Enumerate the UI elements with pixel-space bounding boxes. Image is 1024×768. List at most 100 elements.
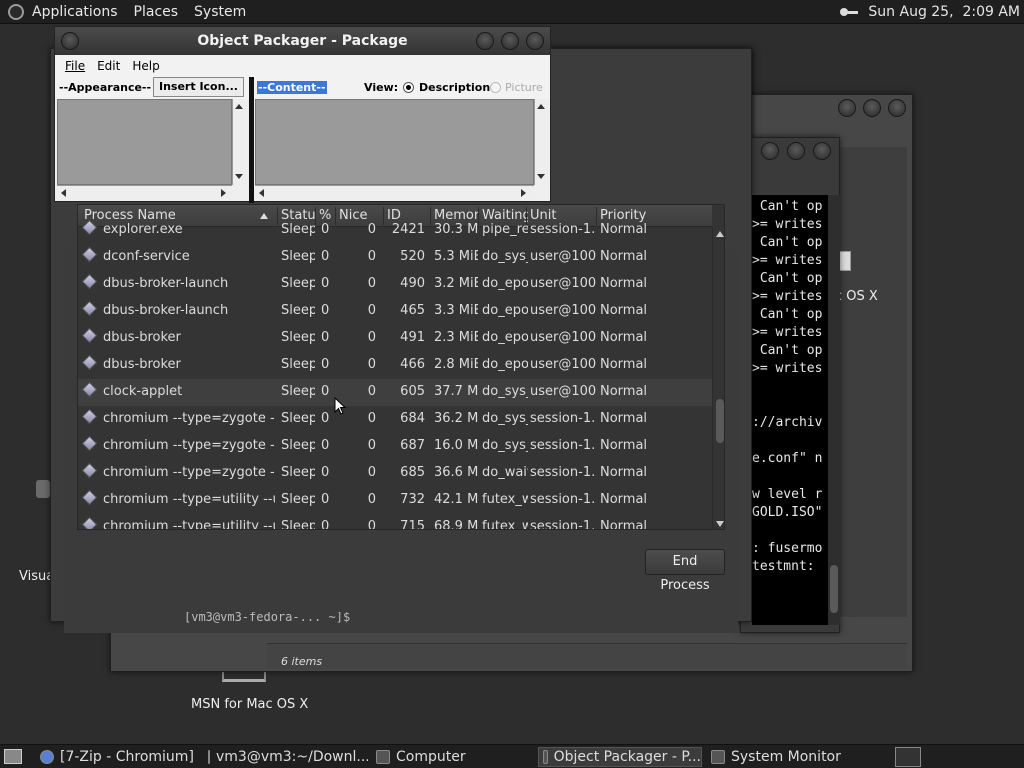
menu-edit[interactable]: Edit bbox=[91, 59, 126, 73]
minimize-button[interactable] bbox=[838, 99, 856, 117]
pane-divider[interactable] bbox=[249, 77, 254, 203]
system-menu[interactable]: System bbox=[186, 4, 254, 20]
process-icon bbox=[81, 246, 98, 263]
end-process-button[interactable]: End Process bbox=[645, 549, 725, 593]
network-key-icon[interactable] bbox=[840, 7, 859, 17]
scroll-up-arrow[interactable] bbox=[537, 104, 545, 109]
object-packager-titlebar[interactable]: Object Packager - Package bbox=[55, 27, 550, 55]
terminal-line: Can't op bbox=[752, 235, 823, 250]
cell-id: 605 bbox=[400, 384, 425, 399]
taskbar-item-label: System Monitor bbox=[731, 749, 841, 765]
cell-nice: 0 bbox=[367, 222, 376, 237]
cell-memory: 68.9 MiB bbox=[434, 519, 478, 530]
object-packager-window[interactable]: Object Packager - Package File Edit Help… bbox=[54, 26, 551, 203]
terminal-line: ://archiv bbox=[752, 415, 823, 430]
applications-menu[interactable]: Applications bbox=[24, 4, 126, 20]
desktop-icon-label-msn[interactable]: MSN for Mac OS X bbox=[191, 697, 308, 712]
table-row[interactable]: clock-appletSleeping0060537.7 MiBdo_sys_… bbox=[78, 379, 712, 406]
scroll-right-arrow[interactable] bbox=[521, 189, 526, 197]
process-icon bbox=[81, 327, 98, 344]
file-manager-statusbar bbox=[267, 643, 907, 669]
cell-name: dbus-broker bbox=[103, 357, 181, 372]
maximize-button[interactable] bbox=[863, 99, 881, 117]
workspace-switcher[interactable] bbox=[895, 747, 921, 767]
show-desktop-icon[interactable] bbox=[4, 749, 22, 764]
table-row[interactable]: dconf-serviceSleeping005205.3 MiBdo_sys_… bbox=[78, 244, 712, 271]
scroll-down-arrow[interactable] bbox=[537, 174, 545, 179]
view-picture-radio[interactable]: Picture bbox=[490, 81, 543, 94]
table-row[interactable]: dbus-brokerSleeping004912.3 MiBdo_epoll_… bbox=[78, 325, 712, 352]
terminal-line: >= writes bbox=[752, 289, 823, 304]
close-button[interactable] bbox=[813, 142, 831, 160]
scroll-left-arrow[interactable] bbox=[259, 189, 264, 197]
scroll-down-arrow[interactable] bbox=[235, 174, 243, 179]
maximize-button[interactable] bbox=[787, 142, 805, 160]
terminal-output[interactable]: Can't op >= writes Can't op >= writes Can'… bbox=[752, 195, 828, 625]
taskbar-item[interactable]: [7-Zip - Chromium] bbox=[36, 747, 196, 767]
terminal-line: : fusermo bbox=[752, 541, 823, 556]
places-menu[interactable]: Places bbox=[126, 4, 187, 20]
table-row[interactable]: dbus-brokerSleeping004662.8 MiBdo_epoll_… bbox=[78, 352, 712, 379]
process-table-scrollbar[interactable] bbox=[712, 227, 724, 529]
taskbar-item[interactable]: System Monitor bbox=[707, 747, 857, 767]
cell-unit: user@1000 bbox=[530, 357, 596, 372]
terminal-scrollbar[interactable] bbox=[828, 195, 840, 625]
maximize-button[interactable] bbox=[501, 32, 519, 50]
scroll-right-arrow[interactable] bbox=[221, 189, 226, 197]
minimize-button[interactable] bbox=[761, 142, 779, 160]
terminal-icon bbox=[208, 750, 210, 764]
cell-priority: Normal bbox=[600, 249, 648, 264]
content-pane[interactable] bbox=[255, 99, 534, 185]
table-row[interactable]: chromium --type=utility --utility Sleepin… bbox=[78, 514, 712, 530]
cell-memory: 42.1 MiB bbox=[434, 492, 478, 507]
appearance-pane[interactable] bbox=[57, 99, 232, 185]
process-table[interactable]: Process NameStatus%NiceIDMemoryWaitingUn… bbox=[77, 204, 725, 530]
desktop-icon-label-visual[interactable]: Visua bbox=[19, 569, 54, 584]
desktop-icon-partial[interactable] bbox=[36, 480, 50, 498]
cell-unit: user@1000 bbox=[530, 384, 596, 399]
scroll-thumb[interactable] bbox=[716, 399, 724, 443]
scroll-thumb[interactable] bbox=[830, 565, 838, 613]
mouse-pointer-icon bbox=[334, 397, 346, 415]
content-hscrollbar[interactable] bbox=[255, 185, 534, 199]
scroll-left-arrow[interactable] bbox=[61, 189, 66, 197]
close-button[interactable] bbox=[888, 99, 906, 117]
cell-status: Sleeping bbox=[281, 303, 315, 318]
process-icon bbox=[81, 219, 98, 236]
cell-priority: Normal bbox=[600, 330, 648, 345]
cell-waiting: do_epoll_wait bbox=[482, 330, 528, 345]
insert-icon-button[interactable]: Insert Icon... bbox=[153, 77, 244, 97]
scroll-down-arrow[interactable] bbox=[716, 521, 724, 527]
scroll-up-arrow[interactable] bbox=[235, 104, 243, 109]
content-vscrollbar[interactable] bbox=[534, 99, 548, 185]
bottom-taskbar: [7-Zip - Chromium] vm3@vm3:~/Downl... Comp… bbox=[0, 744, 1024, 768]
foot-logo-icon[interactable] bbox=[8, 3, 24, 20]
taskbar-item[interactable]: Computer bbox=[372, 747, 532, 767]
scroll-up-arrow[interactable] bbox=[716, 231, 724, 237]
close-button[interactable] bbox=[526, 32, 544, 50]
minimize-button[interactable] bbox=[476, 32, 494, 50]
clock[interactable]: Sun Aug 25, 2:09 AM bbox=[868, 4, 1020, 20]
cell-memory: 36.2 MiB bbox=[434, 411, 478, 426]
appearance-hscrollbar[interactable] bbox=[57, 185, 232, 199]
table-row[interactable]: dbus-broker-launchSleeping004903.2 MiBdo… bbox=[78, 271, 712, 298]
appearance-vscrollbar[interactable] bbox=[232, 99, 246, 185]
process-icon bbox=[81, 273, 98, 290]
table-row[interactable]: chromium --type=zygote --chSleeping00685… bbox=[78, 460, 712, 487]
window-menu-button[interactable] bbox=[61, 32, 79, 50]
table-row[interactable]: dbus-broker-launchSleeping004653.3 MiBdo… bbox=[78, 298, 712, 325]
table-row[interactable]: chromium --type=zygote --chSleeping00687… bbox=[78, 433, 712, 460]
terminal-line: Can't op bbox=[752, 343, 823, 358]
menu-help[interactable]: Help bbox=[126, 59, 165, 73]
table-row[interactable]: explorer.exeSleeping00242130.3 MiBpipe_r… bbox=[78, 217, 712, 244]
terminal-line: >= writes bbox=[752, 253, 823, 268]
cell-status: Sleeping bbox=[281, 330, 315, 345]
menu-file[interactable]: File bbox=[59, 59, 91, 73]
table-row[interactable]: chromium --type=zygote --noSleeping00684… bbox=[78, 406, 712, 433]
taskbar-item[interactable]: Object Packager - P... bbox=[538, 747, 702, 767]
view-description-radio[interactable]: Description bbox=[403, 81, 490, 94]
terminal-line: Can't op bbox=[752, 199, 823, 214]
cell-status: Sleeping bbox=[281, 222, 315, 237]
taskbar-item[interactable]: vm3@vm3:~/Downl... bbox=[204, 747, 368, 767]
table-row[interactable]: chromium --type=utility --utility Sleepin… bbox=[78, 487, 712, 514]
